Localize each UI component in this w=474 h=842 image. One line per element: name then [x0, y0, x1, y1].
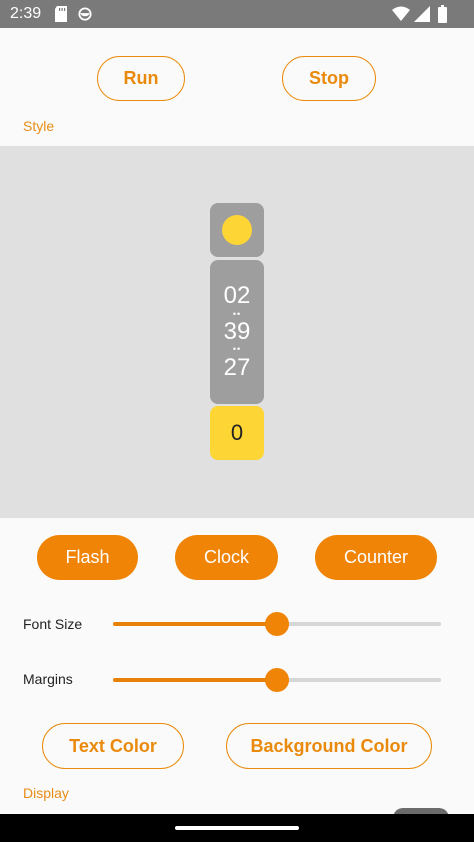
status-bar: 2:39 [0, 0, 474, 28]
run-button[interactable]: Run [97, 56, 185, 101]
navigation-bar [0, 814, 474, 842]
clock-minutes: 39 [223, 318, 251, 345]
slider-thumb[interactable] [265, 612, 289, 636]
wifi-icon [392, 6, 410, 21]
status-time: 2:39 [10, 5, 42, 22]
flash-dot [222, 215, 252, 245]
flash-mode-button[interactable]: Flash [37, 535, 138, 580]
counter-display: 0 [210, 406, 264, 460]
style-section-label: Style [23, 118, 55, 134]
clock-separator: •• [232, 309, 242, 319]
signal-icon [414, 6, 430, 22]
margins-label: Margins [23, 671, 73, 687]
clock-display: 02 •• 39 •• 27 [210, 260, 264, 404]
clock-hours: 02 [223, 282, 251, 309]
font-size-slider[interactable] [113, 612, 441, 636]
stop-button[interactable]: Stop [282, 56, 376, 101]
display-section-label: Display [23, 785, 69, 801]
home-gesture-handle[interactable] [175, 826, 299, 830]
margins-slider[interactable] [113, 668, 441, 692]
slider-fill [113, 622, 277, 626]
text-color-button[interactable]: Text Color [42, 723, 184, 769]
flash-indicator [210, 203, 264, 257]
battery-icon [438, 5, 447, 23]
slider-thumb[interactable] [265, 668, 289, 692]
style-preview-area: 02 •• 39 •• 27 0 [0, 146, 474, 518]
slider-fill [113, 678, 277, 682]
sd-card-icon [55, 6, 67, 22]
clock-seconds: 27 [223, 354, 251, 381]
clock-separator: •• [232, 344, 242, 354]
clock-mode-button[interactable]: Clock [175, 535, 278, 580]
font-size-label: Font Size [23, 616, 83, 632]
counter-mode-button[interactable]: Counter [315, 535, 437, 580]
app-circle-icon [78, 7, 92, 21]
background-color-button[interactable]: Background Color [226, 723, 432, 769]
